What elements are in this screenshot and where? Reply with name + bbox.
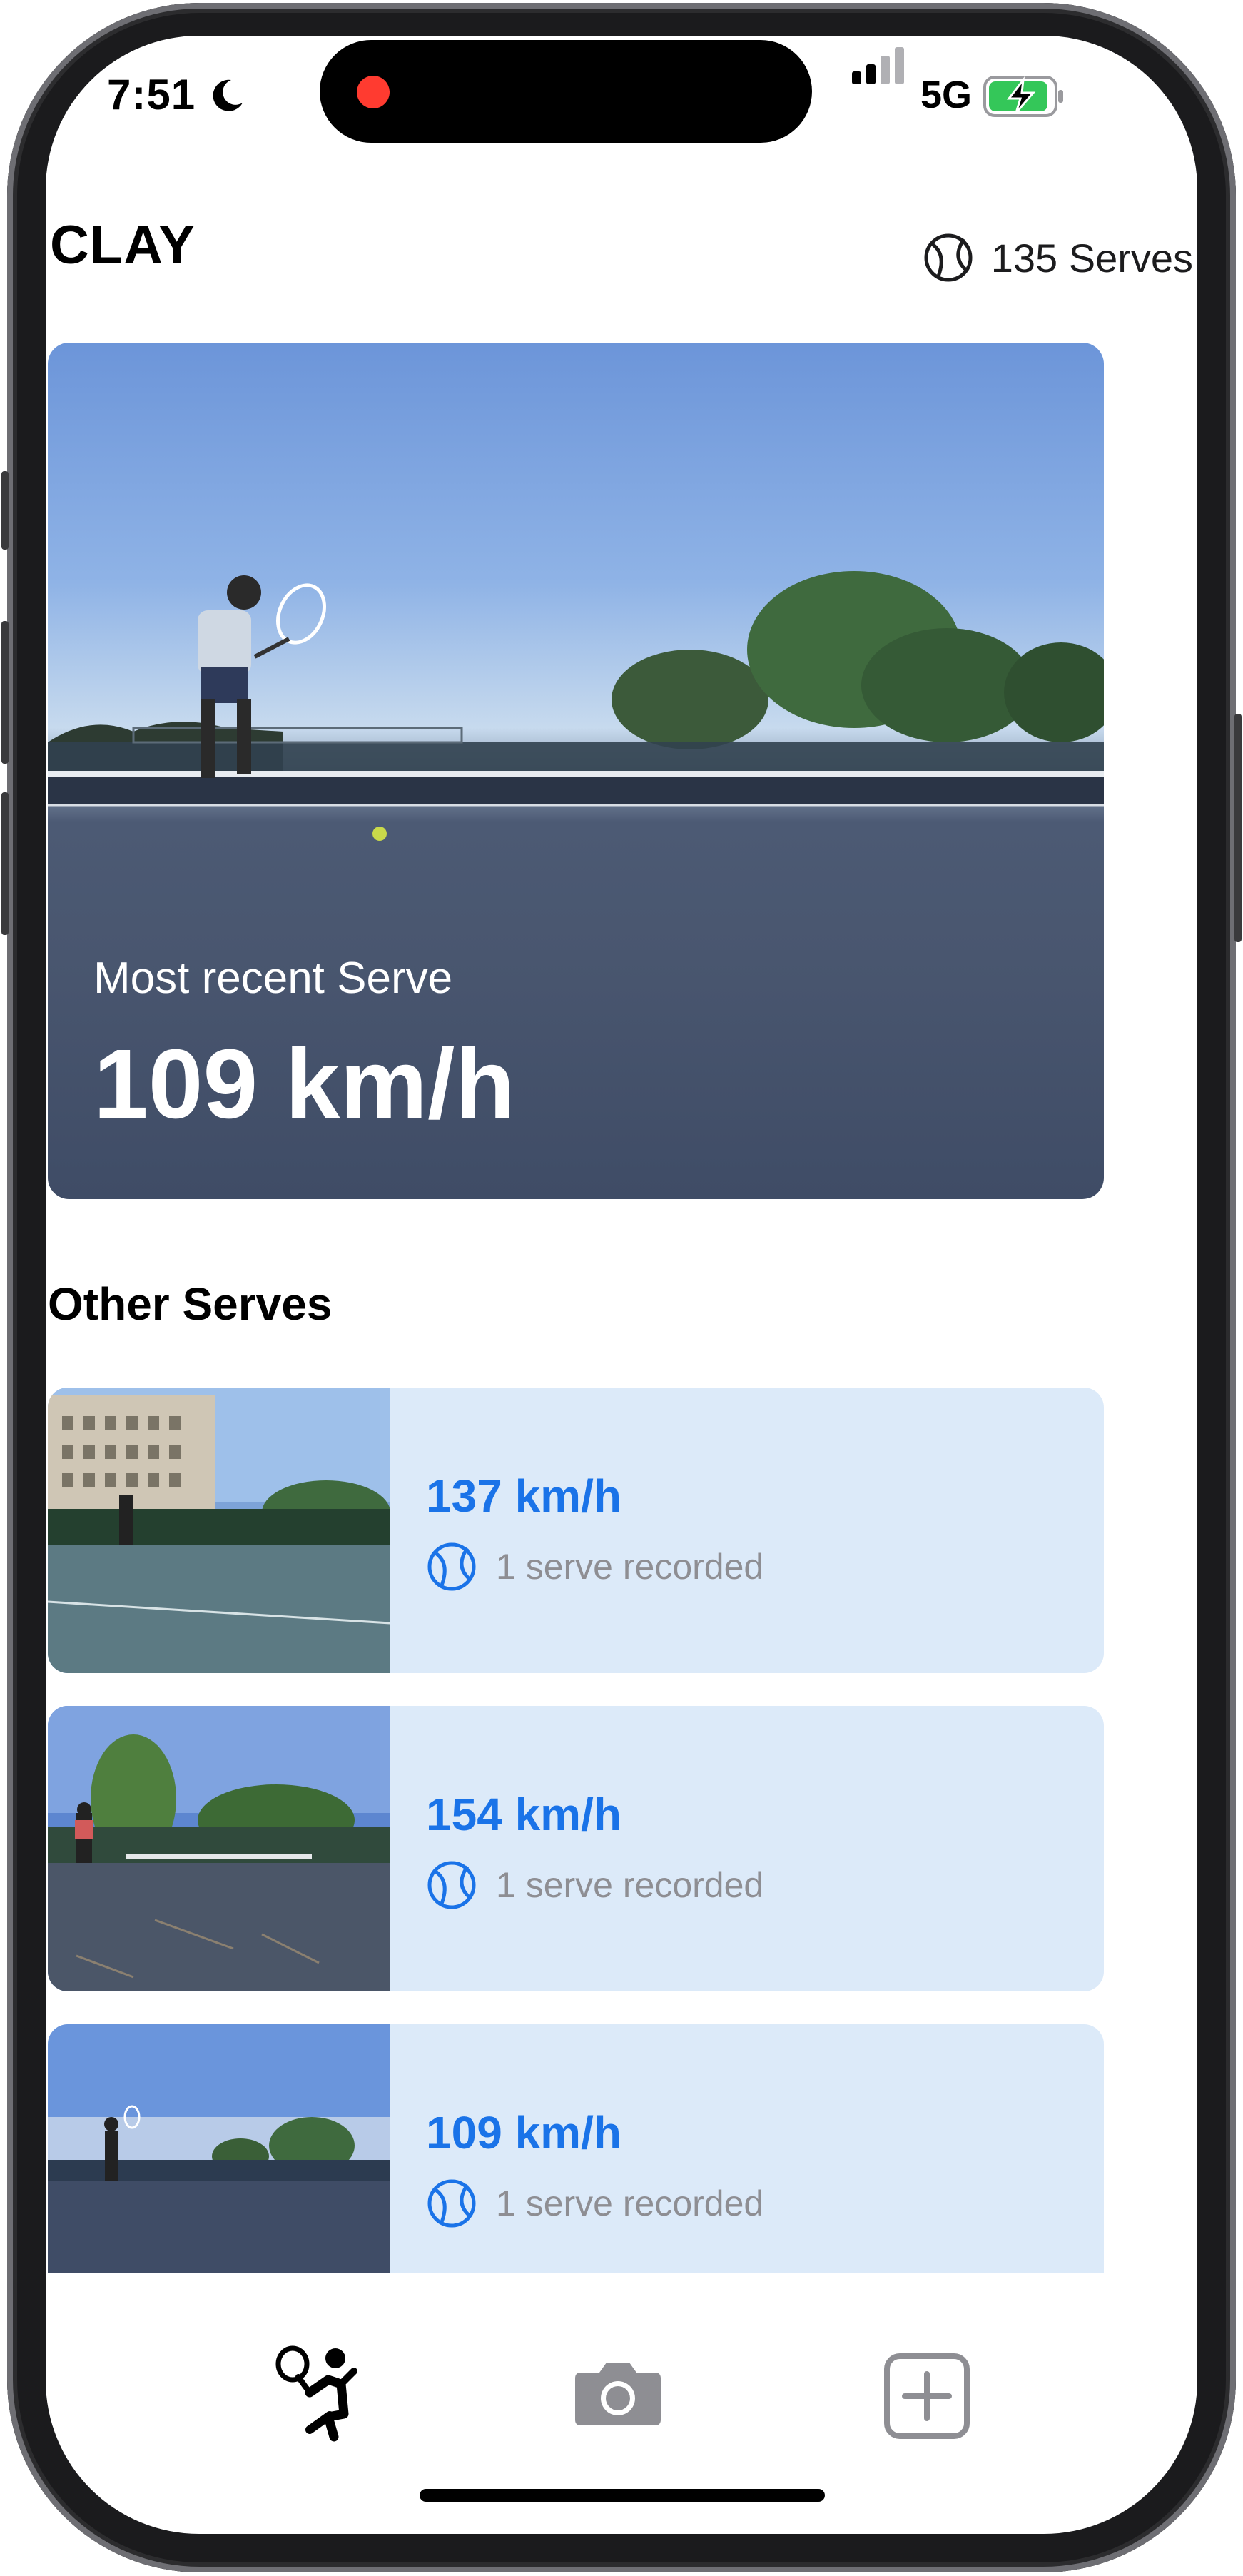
status-time: 7:51 xyxy=(107,71,196,118)
serve-count-text: 1 serve recorded xyxy=(496,2183,764,2223)
tennis-player-icon[interactable] xyxy=(270,2343,362,2443)
serve-speed: 109 km/h xyxy=(426,2107,622,2158)
home-indicator[interactable] xyxy=(420,2489,825,2502)
serve-count-label: 135 Serves xyxy=(990,235,1193,281)
serve-meta: 1 serve recorded xyxy=(426,1541,763,1592)
serve-list[interactable]: 137 km/h 1 serve recorded 154 km/h 1 ser… xyxy=(0,1385,1243,2273)
camera-icon[interactable] xyxy=(574,2358,662,2427)
serve-thumbnail xyxy=(48,1388,390,1673)
page-title: CLAY xyxy=(50,215,196,276)
hero-label: Most recent Serve xyxy=(93,954,453,1003)
volume-down-button xyxy=(1,792,9,935)
serve-meta: 1 serve recorded xyxy=(426,2178,763,2229)
serve-card[interactable]: 154 km/h 1 serve recorded xyxy=(48,1706,1104,1991)
add-square-icon[interactable] xyxy=(883,2353,970,2440)
dynamic-island xyxy=(320,40,812,143)
serve-count: 135 Serves xyxy=(923,232,1193,283)
recording-indicator xyxy=(357,76,390,108)
action-button xyxy=(1,471,9,550)
tennis-ball-icon xyxy=(427,1542,476,1591)
serve-speed: 137 km/h xyxy=(426,1470,622,1522)
battery-charging-icon xyxy=(983,76,1063,117)
tennis-ball-icon xyxy=(427,2179,476,2228)
serve-card[interactable]: 137 km/h 1 serve recorded xyxy=(48,1388,1104,1673)
section-title: Other Serves xyxy=(48,1278,333,1330)
serve-thumbnail xyxy=(48,2024,390,2273)
serve-count-text: 1 serve recorded xyxy=(496,1547,764,1587)
tennis-ball-icon xyxy=(427,1861,476,1909)
hero-speed: 109 km/h xyxy=(93,1029,515,1139)
serve-thumbnail xyxy=(48,1706,390,1991)
serve-card[interactable]: 109 km/h 1 serve recorded xyxy=(48,2024,1104,2273)
moon-icon xyxy=(213,79,243,111)
serve-count-text: 1 serve recorded xyxy=(496,1865,764,1905)
power-button xyxy=(1234,714,1242,942)
network-label: 5G xyxy=(920,74,973,116)
serve-meta: 1 serve recorded xyxy=(426,1859,763,1911)
serve-speed: 154 km/h xyxy=(426,1789,622,1840)
tennis-ball-icon xyxy=(924,233,973,282)
most-recent-serve-card[interactable]: Most recent Serve 109 km/h xyxy=(48,343,1104,1199)
volume-up-button xyxy=(1,621,9,764)
